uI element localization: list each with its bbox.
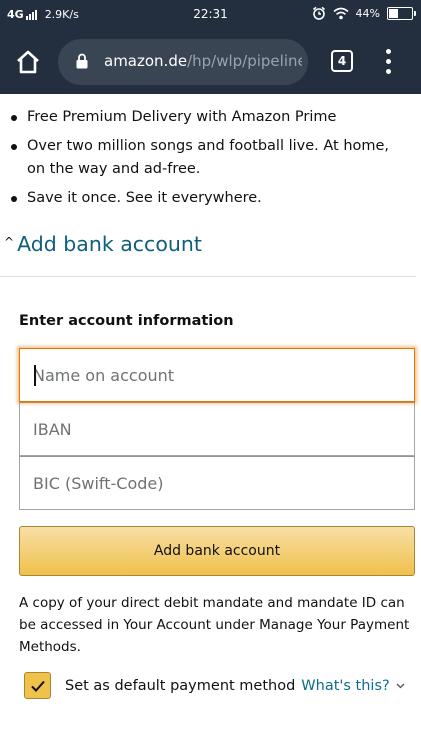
whats-this-text: What's this? — [301, 677, 390, 694]
benefit-item: Save it once. See it everywhere. — [10, 187, 410, 210]
check-icon — [31, 680, 45, 692]
default-payment-label: Set as default payment method — [65, 677, 296, 694]
battery-level — [389, 8, 398, 18]
battery-percent: 44% — [355, 6, 380, 20]
status-right: 44% — [312, 6, 416, 20]
url-path: /hp/wlp/pipeline/mo — [187, 52, 302, 70]
name-on-account-input[interactable] — [20, 349, 414, 401]
divider — [0, 276, 416, 277]
home-button[interactable] — [12, 46, 44, 78]
lock-icon — [76, 53, 88, 69]
alarm-icon — [312, 6, 325, 20]
browser-toolbar: amazon.de/hp/wlp/pipeline/mo 4 — [0, 30, 421, 94]
caret-up-icon: ^ — [4, 235, 15, 249]
url-bar[interactable]: amazon.de/hp/wlp/pipeline/mo — [58, 39, 308, 85]
add-bank-account-toggle[interactable]: ^ Add bank account — [4, 232, 202, 256]
tabs-button[interactable]: 4 — [331, 50, 353, 72]
whats-this-link[interactable]: What's this? — [301, 677, 405, 694]
form-label: Enter account information — [19, 313, 234, 329]
section-title: Add bank account — [17, 232, 202, 256]
bic-input[interactable] — [20, 457, 414, 509]
mandate-note: A copy of your direct debit mandate and … — [19, 595, 410, 655]
benefit-item: Over two million songs and football live… — [10, 135, 410, 181]
add-bank-account-button[interactable]: Add bank account — [19, 526, 415, 576]
benefit-item: Free Premium Delivery with Amazon Prime — [10, 106, 410, 129]
iban-input[interactable] — [20, 403, 414, 455]
chevron-down-icon — [396, 683, 405, 688]
battery-icon — [387, 6, 416, 20]
status-bar: 4G 2.9K/s 22:31 44% — [0, 0, 421, 30]
home-icon — [17, 50, 39, 74]
text-cursor — [34, 365, 36, 386]
bic-field-wrapper — [19, 456, 415, 510]
url-text: amazon.de/hp/wlp/pipeline/mo — [104, 52, 302, 70]
url-domain: amazon.de — [104, 52, 188, 70]
more-vert-icon[interactable] — [376, 48, 400, 76]
wifi-icon — [333, 7, 349, 19]
iban-field-wrapper — [19, 402, 415, 456]
default-payment-row: Set as default payment method What's thi… — [24, 672, 405, 699]
default-payment-checkbox[interactable] — [24, 672, 51, 699]
name-field-wrapper — [19, 348, 415, 402]
benefit-list: Free Premium Delivery with Amazon Prime … — [10, 106, 410, 216]
